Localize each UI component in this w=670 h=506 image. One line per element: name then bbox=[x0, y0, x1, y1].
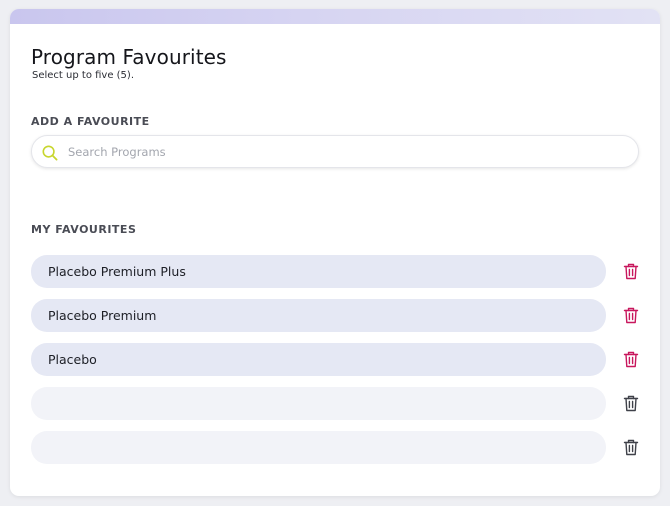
favourite-row bbox=[31, 387, 660, 421]
favourite-item[interactable]: Placebo Premium Plus bbox=[31, 255, 606, 288]
search-icon bbox=[42, 145, 58, 161]
favourite-item[interactable]: Placebo bbox=[31, 343, 606, 376]
favourite-row: Placebo Premium Plus bbox=[31, 255, 660, 289]
search-input[interactable] bbox=[68, 136, 628, 167]
trash-icon[interactable] bbox=[623, 351, 639, 368]
trash-icon[interactable] bbox=[623, 439, 639, 456]
trash-icon[interactable] bbox=[623, 395, 639, 412]
trash-icon[interactable] bbox=[623, 263, 639, 280]
card-accent-bar bbox=[10, 9, 660, 24]
add-favourite-label: ADD A FAVOURITE bbox=[31, 115, 150, 128]
page-subtitle: Select up to five (5). bbox=[32, 70, 135, 81]
favourite-row: Placebo bbox=[31, 343, 660, 377]
page-title: Program Favourites bbox=[31, 45, 227, 69]
trash-icon[interactable] bbox=[623, 307, 639, 324]
favourite-item-empty[interactable] bbox=[31, 387, 606, 420]
favourite-item[interactable]: Placebo Premium bbox=[31, 299, 606, 332]
favourite-item-empty[interactable] bbox=[31, 431, 606, 464]
favourite-row: Placebo Premium bbox=[31, 299, 660, 333]
favourite-row bbox=[31, 431, 660, 465]
favourites-card: Program Favourites Select up to five (5)… bbox=[10, 9, 660, 496]
my-favourites-label: MY FAVOURITES bbox=[31, 223, 137, 236]
search-box[interactable] bbox=[31, 135, 639, 168]
